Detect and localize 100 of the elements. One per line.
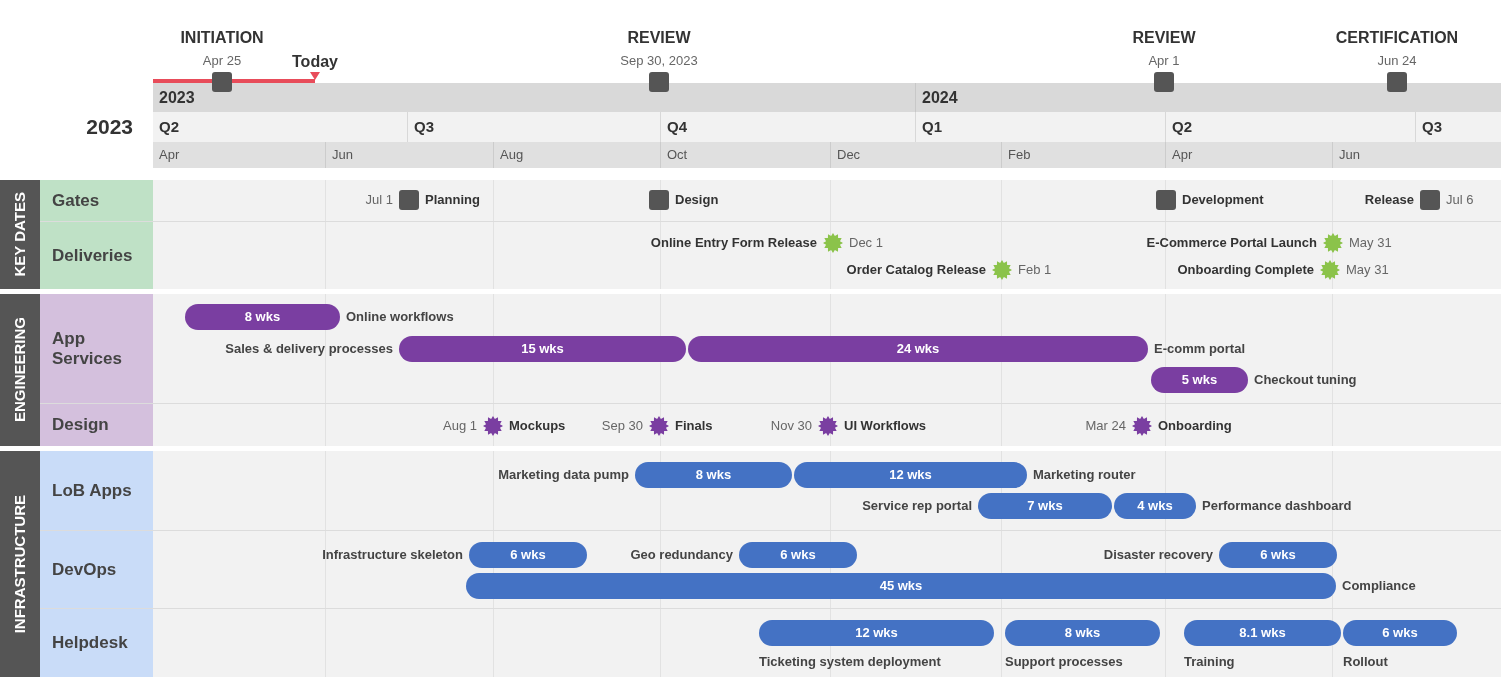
milestone-label: UI Workflows <box>844 417 927 436</box>
task-bar: 24 wks <box>688 336 1148 362</box>
task-label: Ticketing system deployment <box>759 653 941 671</box>
lane-label: Design <box>40 404 153 446</box>
star-icon <box>818 416 838 436</box>
month-header: Apr <box>158 146 181 165</box>
phase-marker-icon <box>1154 72 1174 92</box>
star-icon <box>1320 260 1340 280</box>
lane-label: LoB Apps <box>40 451 153 530</box>
star-icon <box>1132 416 1152 436</box>
milestone-label: Design <box>675 191 719 210</box>
milestone-label: Onboarding Complete <box>1177 261 1314 280</box>
phase-title: INITIATION <box>180 28 264 48</box>
year-header: 2023 <box>158 87 196 108</box>
task-label: Online workflows <box>346 308 454 327</box>
task-bar: 8 wks <box>185 304 340 330</box>
task-bar: 8.1 wks <box>1184 620 1341 646</box>
phase-date: Apr 25 <box>202 52 242 70</box>
milestone-label: Development <box>1182 191 1264 210</box>
year-label: 2023 <box>86 114 133 141</box>
lane-label: DevOps <box>40 531 153 608</box>
milestone-date: Feb 1 <box>1018 261 1052 280</box>
phase-title: REVIEW <box>627 28 691 48</box>
task-label: Rollout <box>1343 653 1388 671</box>
month-header: Feb <box>1001 142 1165 168</box>
star-icon <box>649 416 669 436</box>
task-bar: 6 wks <box>739 542 857 568</box>
milestone-date: Dec 1 <box>849 234 883 253</box>
star-icon <box>483 416 503 436</box>
star-icon <box>1323 233 1343 253</box>
task-label: Support processes <box>1005 653 1123 671</box>
phase-date: Sep 30, 2023 <box>620 52 698 70</box>
month-header: Oct <box>660 142 830 168</box>
task-bar: 12 wks <box>794 462 1027 488</box>
month-header: Jun <box>1332 142 1501 168</box>
task-label: E-comm portal <box>1154 340 1245 359</box>
lane-label: Helpdesk <box>40 609 153 677</box>
task-label: Marketing data pump <box>498 466 629 485</box>
phase-marker-icon <box>212 72 232 92</box>
task-label: Compliance <box>1342 577 1416 596</box>
milestone-date: Nov 30 <box>770 417 812 436</box>
month-header: Jun <box>325 142 493 168</box>
task-label: Geo redundancy <box>630 546 733 565</box>
group-label: KEY DATES <box>0 180 40 289</box>
lane-label: App Services <box>40 294 153 403</box>
lane-label: Gates <box>40 180 153 221</box>
task-label: Marketing router <box>1033 466 1136 485</box>
milestone-label: E-Commerce Portal Launch <box>1146 234 1317 253</box>
task-bar: 5 wks <box>1151 367 1248 393</box>
phase-marker-icon <box>649 72 669 92</box>
month-header: Dec <box>830 142 1001 168</box>
lane-label: Deliveries <box>40 222 153 289</box>
task-label: Checkout tuning <box>1254 371 1357 390</box>
task-bar: 12 wks <box>759 620 994 646</box>
task-bar: 7 wks <box>978 493 1112 519</box>
task-label: Training <box>1184 653 1235 671</box>
quarter-header: Q2 <box>158 116 180 137</box>
task-label: Disaster recovery <box>1103 546 1213 565</box>
milestone-date: Jul 6 <box>1446 191 1474 210</box>
milestone-date: Sep 30 <box>601 417 643 436</box>
milestone-date: May 31 <box>1349 234 1392 253</box>
phase-title: REVIEW <box>1132 28 1196 48</box>
phase-title: CERTIFICATION <box>1335 28 1459 48</box>
task-bar: 6 wks <box>1219 542 1337 568</box>
task-bar: 8 wks <box>635 462 792 488</box>
gate-marker-icon <box>649 190 669 210</box>
gate-marker-icon <box>1420 190 1440 210</box>
phase-date: Apr 1 <box>1148 52 1180 70</box>
gate-marker-icon <box>399 190 419 210</box>
month-header: Apr <box>1165 142 1332 168</box>
task-bar: 4 wks <box>1114 493 1196 519</box>
milestone-date: Jul 1 <box>365 191 393 210</box>
month-header: Aug <box>493 142 660 168</box>
star-icon <box>823 233 843 253</box>
milestone-label: Mockups <box>509 417 566 436</box>
task-label: Sales & delivery processes <box>225 340 393 359</box>
group-label: INFRASTRUCTURE <box>0 451 40 677</box>
milestone-label: Online Entry Form Release <box>650 234 817 253</box>
task-label: Performance dashboard <box>1202 497 1352 516</box>
gate-marker-icon <box>1156 190 1176 210</box>
task-label: Service rep portal <box>862 497 972 516</box>
milestone-label: Onboarding <box>1158 417 1232 436</box>
task-label: Infrastructure skeleton <box>322 546 463 565</box>
phase-date: Jun 24 <box>1377 52 1417 70</box>
milestone-date: Aug 1 <box>443 417 477 436</box>
milestone-label: Release <box>1364 191 1414 210</box>
milestone-date: Mar 24 <box>1085 417 1126 436</box>
task-bar: 6 wks <box>1343 620 1457 646</box>
task-bar: 6 wks <box>469 542 587 568</box>
task-bar: 45 wks <box>466 573 1336 599</box>
today-marker-icon <box>310 72 320 80</box>
task-bar: 8 wks <box>1005 620 1160 646</box>
milestone-label: Finals <box>675 417 713 436</box>
task-bar: 15 wks <box>399 336 686 362</box>
star-icon <box>992 260 1012 280</box>
milestone-label: Planning <box>425 191 480 210</box>
milestone-date: May 31 <box>1346 261 1389 280</box>
milestone-label: Order Catalog Release <box>846 261 986 280</box>
phase-marker-icon <box>1387 72 1407 92</box>
group-label: ENGINEERING <box>0 294 40 446</box>
